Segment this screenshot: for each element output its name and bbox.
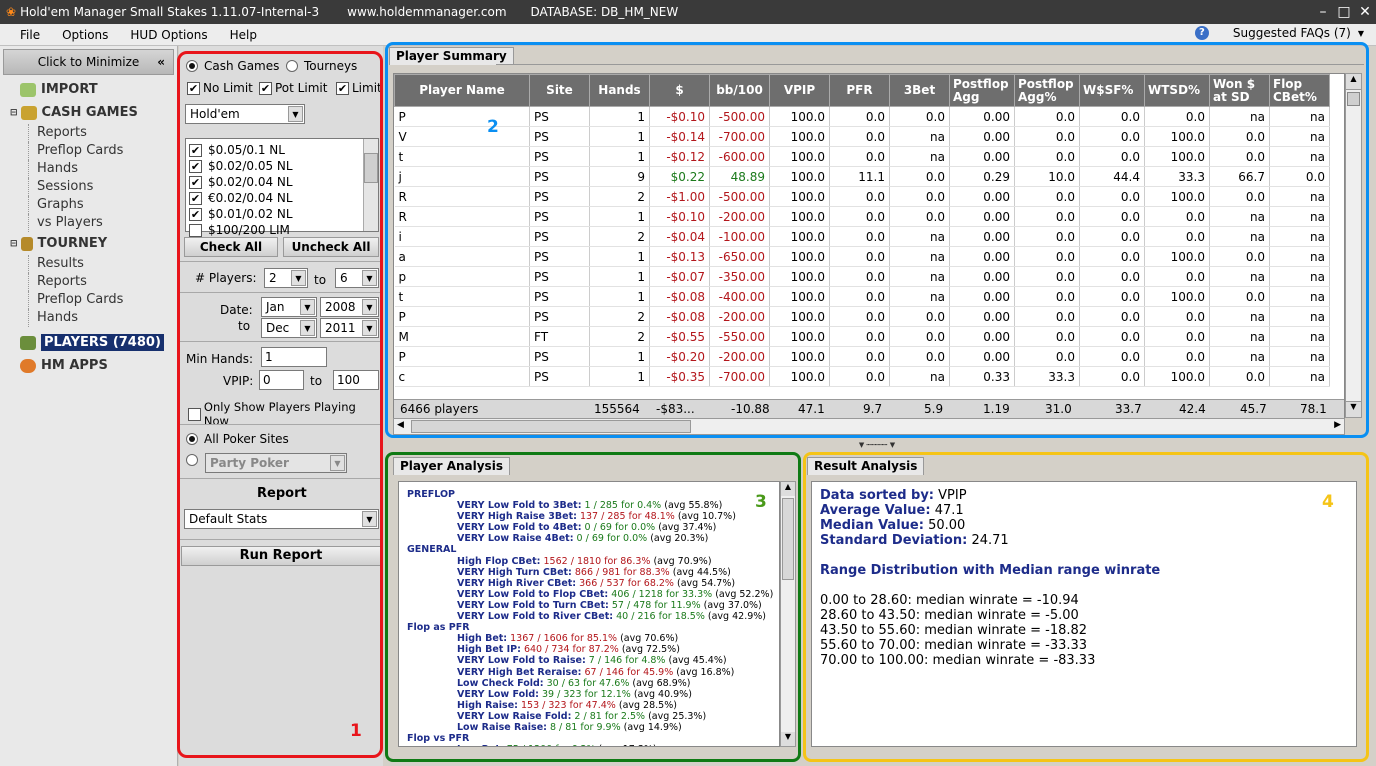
app-icon: ❀ <box>6 5 17 19</box>
nav-import[interactable]: IMPORT <box>0 78 177 101</box>
nav-cash-label: CASH GAMES <box>41 105 138 120</box>
nav-players-label: PLAYERS (7480) <box>41 334 164 351</box>
app-title: Hold'em Manager Small Stakes 1.11.07-Int… <box>20 5 320 19</box>
players-icon <box>20 335 36 350</box>
nav-cash-vs-players[interactable]: vs Players <box>28 214 177 232</box>
nav-cash-graphs[interactable]: Graphs <box>28 196 177 214</box>
collapse-icon[interactable]: ⊟ <box>10 108 18 118</box>
nav-tourney-label: TOURNEY <box>37 236 108 251</box>
annotation-number-4: 4 <box>1322 492 1334 512</box>
faq-label: Suggested FAQs (7) <box>1232 26 1351 40</box>
double-chevron-left-icon: « <box>157 55 165 69</box>
nav-players[interactable]: PLAYERS (7480) <box>0 331 177 354</box>
minimize-window-button[interactable]: – <box>1312 2 1334 22</box>
nav-hm-apps[interactable]: HM APPS <box>0 354 177 377</box>
menu-help[interactable]: Help <box>230 28 257 42</box>
nav-tourney-results[interactable]: Results <box>28 255 177 273</box>
nav-apps-label: HM APPS <box>41 358 108 373</box>
coins-icon <box>20 105 37 120</box>
menu-options[interactable]: Options <box>62 28 108 42</box>
app-url: www.holdemmanager.com <box>347 5 507 19</box>
menu-hud-options[interactable]: HUD Options <box>130 28 207 42</box>
nav-tourney-preflop-cards[interactable]: Preflop Cards <box>28 291 177 309</box>
annotation-box-4 <box>803 452 1369 762</box>
nav-tourney-reports[interactable]: Reports <box>28 273 177 291</box>
import-icon <box>20 82 36 97</box>
apps-icon <box>20 358 36 373</box>
minimize-label: Click to Minimize <box>37 55 140 69</box>
collapse-icon[interactable]: ⊟ <box>10 239 18 249</box>
suggested-faqs[interactable]: ? Suggested FAQs (7) ▼ <box>1175 26 1366 40</box>
database-label: DATABASE: DB_HM_NEW <box>530 5 679 19</box>
panel-splitter[interactable]: ▼ ┅┅┅┅┅ ▼ <box>385 440 1369 450</box>
close-window-button[interactable]: ✕ <box>1354 2 1376 22</box>
minimize-sidebar-button[interactable]: Click to Minimize « <box>3 49 174 75</box>
menu-file[interactable]: File <box>20 28 40 42</box>
annotation-box-1 <box>177 51 383 758</box>
annotation-number-2: 2 <box>487 117 499 137</box>
title-bar: ❀ Hold'em Manager Small Stakes 1.11.07-I… <box>0 0 1376 24</box>
navigation-sidebar: Click to Minimize « IMPORT ⊟ CASH GAMES R… <box>0 46 178 766</box>
trophy-icon <box>20 236 33 251</box>
nav-cash-games[interactable]: ⊟ CASH GAMES <box>0 101 177 124</box>
nav-cash-sessions[interactable]: Sessions <box>28 178 177 196</box>
nav-cash-reports[interactable]: Reports <box>28 124 177 142</box>
help-icon: ? <box>1194 26 1209 40</box>
annotation-box-3 <box>385 452 801 762</box>
annotation-number-3: 3 <box>755 492 767 512</box>
maximize-window-button[interactable]: □ <box>1333 2 1355 22</box>
annotation-number-1: 1 <box>350 721 362 741</box>
nav-tourney-hands[interactable]: Hands <box>28 309 177 327</box>
nav-tourney[interactable]: ⊟ TOURNEY <box>0 232 177 255</box>
annotation-box-2 <box>385 42 1369 438</box>
nav-cash-preflop-cards[interactable]: Preflop Cards <box>28 142 177 160</box>
nav-import-label: IMPORT <box>41 82 98 97</box>
nav-cash-hands[interactable]: Hands <box>28 160 177 178</box>
chevron-down-icon: ▼ <box>1357 28 1364 38</box>
